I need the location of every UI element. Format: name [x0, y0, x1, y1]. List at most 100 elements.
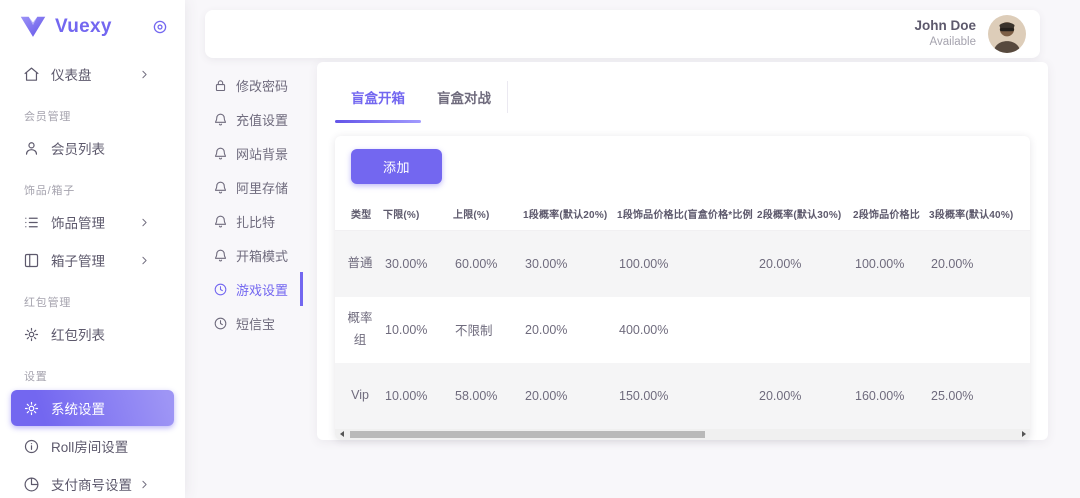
- sidebar-item[interactable]: 支付商号设置: [11, 466, 174, 498]
- topbar: John Doe Available: [205, 10, 1040, 58]
- scroll-left-icon[interactable]: [335, 429, 348, 440]
- sidebar-nav: 仪表盘会员管理会员列表饰品/箱子饰品管理箱子管理红包管理红包列表设置系统设置Ro…: [0, 48, 185, 498]
- table-cell: 20.00%: [925, 231, 1030, 297]
- table-cell: 30.00%: [379, 231, 449, 297]
- lock-icon: [213, 78, 228, 93]
- table-row: Vip10.00%58.00%20.00%150.00%20.00%160.00…: [335, 363, 1030, 429]
- table-cell: 100.00%: [849, 231, 925, 297]
- brand-logo-icon: [20, 16, 46, 38]
- table-cell: 20.00%: [753, 231, 849, 297]
- table-cell: 160.00%: [849, 363, 925, 429]
- user-avatar[interactable]: [988, 15, 1026, 53]
- sidebar-item[interactable]: 箱子管理: [11, 242, 174, 278]
- settings-menu-item-label: 修改密码: [236, 76, 288, 95]
- settings-menu-item[interactable]: 短信宝: [205, 306, 303, 340]
- gear-icon: [23, 400, 40, 417]
- sidebar-item-label: 仪表盘: [51, 64, 138, 84]
- column-header: 1段概率(默认20%): [519, 197, 613, 231]
- settings-menu-item[interactable]: 网站背景: [205, 136, 303, 170]
- user-icon: [23, 140, 40, 157]
- bell-icon: [213, 146, 228, 161]
- brand-name: Vuexy: [55, 16, 112, 38]
- box-icon: [23, 252, 40, 269]
- table-toolbar: 添加: [335, 136, 1030, 197]
- scrollbar-thumb[interactable]: [350, 431, 705, 438]
- menu-pin-toggle-icon[interactable]: [151, 18, 169, 36]
- table-cell: 100.00%: [613, 231, 753, 297]
- sidebar-item[interactable]: 会员列表: [11, 130, 174, 166]
- settings-menu-item[interactable]: 游戏设置: [205, 272, 303, 306]
- user-name: John Doe: [914, 18, 976, 35]
- horizontal-scrollbar[interactable]: [335, 429, 1030, 440]
- settings-card: 盲盒开箱盲盒对战 添加 类型下限(%)上限(%)1段概率(默认20%)1段饰品价…: [317, 62, 1048, 440]
- chevron-icon: [138, 478, 151, 491]
- table-cell: 不限制: [449, 297, 519, 363]
- table-cell: 60.00%: [449, 231, 519, 297]
- chevron-icon: [138, 216, 151, 229]
- probability-table: 类型下限(%)上限(%)1段概率(默认20%)1段饰品价格比(盲盒价格*比例)2…: [335, 197, 1030, 429]
- sidebar-item-label: 会员列表: [51, 138, 162, 158]
- sidebar-section-label: 饰品/箱子: [24, 182, 174, 198]
- settings-menu-item-label: 开箱模式: [236, 246, 288, 265]
- table-header-row: 类型下限(%)上限(%)1段概率(默认20%)1段饰品价格比(盲盒价格*比例)2…: [335, 197, 1030, 231]
- scroll-right-icon[interactable]: [1017, 429, 1030, 440]
- bell-icon: [213, 112, 228, 127]
- column-header: 类型: [335, 197, 379, 231]
- table-cell: 20.00%: [519, 297, 613, 363]
- table-cell: 20.00%: [519, 363, 613, 429]
- settings-menu-item[interactable]: 开箱模式: [205, 238, 303, 272]
- sidebar-item[interactable]: 系统设置: [11, 390, 174, 426]
- bell-icon: [213, 180, 228, 195]
- add-button[interactable]: 添加: [351, 149, 442, 184]
- table-cell: 概率组: [335, 297, 379, 363]
- info-icon: [23, 438, 40, 455]
- column-header: 3段概率(默认40%): [925, 197, 1030, 231]
- settings-menu-item-label: 充值设置: [236, 110, 288, 129]
- main-area: John Doe Available 修改密码充值设置网站背景阿里存储扎比特开箱…: [185, 0, 1080, 498]
- sidebar-item[interactable]: 红包列表: [11, 316, 174, 352]
- sidebar-item-label: Roll房间设置: [51, 436, 162, 456]
- column-header: 下限(%): [379, 197, 449, 231]
- table-cell: 150.00%: [613, 363, 753, 429]
- tab-1[interactable]: 盲盒开箱: [335, 75, 421, 123]
- table-cell: 10.00%: [379, 363, 449, 429]
- settings-menu-item[interactable]: 阿里存储: [205, 170, 303, 204]
- bell-icon: [213, 214, 228, 229]
- sidebar-item[interactable]: 饰品管理: [11, 204, 174, 240]
- chevron-icon: [138, 68, 151, 81]
- column-header: 2段饰品价格比: [849, 197, 925, 231]
- clock-icon: [213, 282, 228, 297]
- list-icon: [23, 214, 40, 231]
- chevron-icon: [138, 254, 151, 267]
- sidebar-item-label: 饰品管理: [51, 212, 138, 232]
- table-cell: [753, 297, 849, 363]
- tab-bar: 盲盒开箱盲盒对战: [335, 62, 1030, 123]
- sidebar-section-label: 设置: [24, 368, 174, 384]
- bell-icon: [213, 248, 228, 263]
- user-info: John Doe Available: [914, 18, 976, 49]
- table-cell: 10.00%: [379, 297, 449, 363]
- scrollbar-track[interactable]: [348, 429, 1017, 440]
- sidebar-item[interactable]: Roll房间设置: [11, 428, 174, 464]
- table-body: 普通30.00%60.00%30.00%100.00%20.00%100.00%…: [335, 231, 1030, 429]
- table-cell: 普通: [335, 231, 379, 297]
- settings-menu-item[interactable]: 扎比特: [205, 204, 303, 238]
- sidebar-item-label: 支付商号设置: [51, 474, 138, 494]
- settings-menu-item[interactable]: 充值设置: [205, 102, 303, 136]
- table-cell: 400.00%: [613, 297, 753, 363]
- sidebar: Vuexy 仪表盘会员管理会员列表饰品/箱子饰品管理箱子管理红包管理红包列表设置…: [0, 0, 185, 498]
- table-cell: [849, 297, 925, 363]
- brand: Vuexy: [0, 0, 185, 48]
- sidebar-item[interactable]: 仪表盘: [11, 56, 174, 92]
- user-status: Available: [914, 35, 976, 49]
- table-cell: [925, 297, 1030, 363]
- column-header: 1段饰品价格比(盲盒价格*比例): [613, 197, 753, 231]
- table-cell: 20.00%: [753, 363, 849, 429]
- tab-2[interactable]: 盲盒对战: [421, 75, 507, 123]
- settings-menu-item[interactable]: 修改密码: [205, 68, 303, 102]
- settings-menu-item-label: 短信宝: [236, 314, 275, 333]
- tab-divider: [507, 81, 508, 113]
- sidebar-item-label: 红包列表: [51, 324, 162, 344]
- table-row: 普通30.00%60.00%30.00%100.00%20.00%100.00%…: [335, 231, 1030, 297]
- sidebar-section-label: 会员管理: [24, 108, 174, 124]
